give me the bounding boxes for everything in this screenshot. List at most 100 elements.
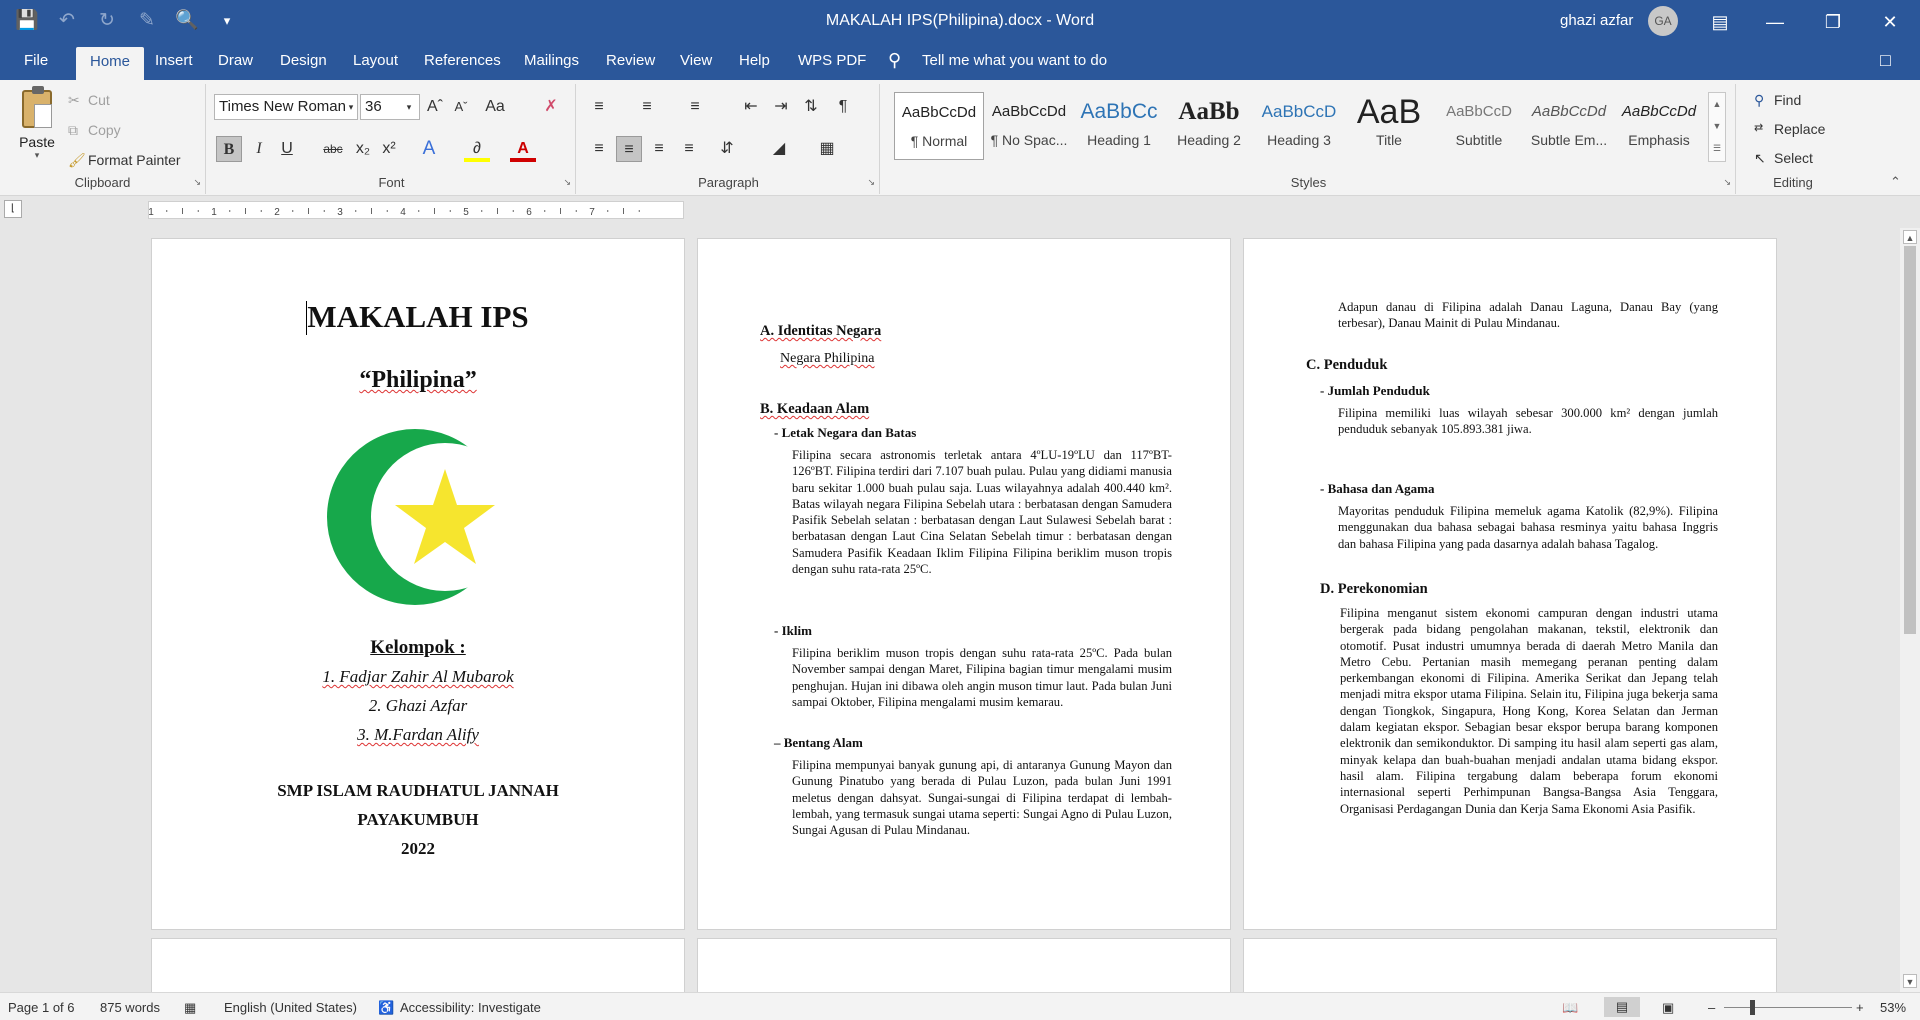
zoom-slider[interactable] bbox=[1724, 1007, 1852, 1008]
style-heading-3[interactable]: AaBbCcD Heading 3 bbox=[1254, 92, 1344, 160]
font-color-icon[interactable]: A bbox=[510, 136, 536, 162]
zoom-level[interactable]: 53% bbox=[1880, 1000, 1906, 1015]
bold-button[interactable]: B bbox=[216, 136, 242, 162]
tab-insert[interactable]: Insert bbox=[155, 52, 193, 69]
bullets-icon[interactable]: ≡ bbox=[586, 94, 612, 120]
tab-layout[interactable]: Layout bbox=[353, 52, 398, 69]
page-5[interactable] bbox=[697, 938, 1231, 992]
style-normal[interactable]: AaBbCcDd ¶ Normal bbox=[894, 92, 984, 160]
decrease-indent-icon[interactable]: ⇤ bbox=[738, 94, 764, 120]
font-launcher-icon[interactable]: ↘ bbox=[563, 177, 571, 188]
increase-indent-icon[interactable]: ⇥ bbox=[768, 94, 794, 120]
page-cover[interactable]: MAKALAH IPS “Philipina” Kelompok : 1. Fa… bbox=[151, 238, 685, 930]
tab-design[interactable]: Design bbox=[280, 52, 327, 69]
print-layout-icon[interactable]: ▤ bbox=[1604, 997, 1640, 1017]
tab-review[interactable]: Review bbox=[606, 52, 655, 69]
clear-formatting-icon[interactable]: ✗ bbox=[538, 94, 564, 120]
page-2[interactable]: A. Identitas Negara Negara Philipina B. … bbox=[697, 238, 1231, 930]
style-heading-1[interactable]: AaBbCc Heading 1 bbox=[1074, 92, 1164, 160]
text-effects-icon[interactable]: A bbox=[416, 136, 442, 162]
grow-font-icon[interactable]: Aˆ bbox=[422, 94, 448, 120]
scroll-down-icon[interactable]: ▼ bbox=[1903, 974, 1917, 988]
read-mode-icon[interactable]: 📖 bbox=[1562, 1000, 1578, 1016]
underline-button[interactable]: U bbox=[274, 136, 300, 162]
heading-iklim: - Iklim bbox=[774, 623, 812, 638]
zoom-in-icon[interactable]: + bbox=[1856, 1000, 1864, 1015]
tab-wps-pdf[interactable]: WPS PDF bbox=[798, 52, 866, 69]
tab-draw[interactable]: Draw bbox=[218, 52, 253, 69]
align-left-icon[interactable]: ≡ bbox=[586, 136, 612, 162]
ruler-number: 1 bbox=[211, 207, 217, 218]
styles-gallery-scroll[interactable]: ▲ ▼ ☰ bbox=[1708, 92, 1726, 162]
horizontal-ruler[interactable]: 1 1 2 3 4 5 6 7 bbox=[148, 201, 684, 219]
strikethrough-button[interactable]: abc bbox=[320, 136, 346, 162]
tab-references[interactable]: References bbox=[424, 52, 501, 69]
page-6[interactable] bbox=[1243, 938, 1777, 992]
tab-view[interactable]: View bbox=[680, 52, 712, 69]
font-name-combo[interactable]: Times New Roman bbox=[214, 94, 358, 120]
ribbon-display-icon[interactable]: ▤ bbox=[1700, 7, 1740, 37]
vertical-scrollbar[interactable]: ▲ ▼ bbox=[1900, 228, 1920, 992]
replace-button[interactable]: Replace bbox=[1774, 121, 1825, 137]
close-icon[interactable]: ✕ bbox=[1870, 7, 1910, 37]
style-heading-2[interactable]: AaBb Heading 2 bbox=[1164, 92, 1254, 160]
page-4[interactable] bbox=[151, 938, 685, 992]
proofing-icon[interactable]: ▦ bbox=[184, 1000, 196, 1016]
language[interactable]: English (United States) bbox=[224, 1000, 357, 1015]
highlight-icon[interactable]: ∂ bbox=[464, 136, 490, 162]
tab-help[interactable]: Help bbox=[739, 52, 770, 69]
shrink-font-icon[interactable]: Aˇ bbox=[448, 94, 474, 120]
word-count[interactable]: 875 words bbox=[100, 1000, 160, 1015]
maximize-icon[interactable]: ❐ bbox=[1813, 7, 1853, 37]
user-name[interactable]: ghazi azfar bbox=[1560, 12, 1633, 29]
multilevel-list-icon[interactable]: ≡ bbox=[682, 94, 708, 120]
tab-file[interactable]: File bbox=[24, 52, 48, 69]
page-3[interactable]: Adapun danau di Filipina adalah Danau La… bbox=[1243, 238, 1777, 930]
web-layout-icon[interactable]: ▣ bbox=[1662, 1000, 1674, 1016]
change-case-icon[interactable]: Aa bbox=[482, 94, 508, 120]
paste-dropdown-icon[interactable]: ▾ bbox=[14, 150, 60, 161]
line-spacing-icon[interactable]: ⇵ bbox=[714, 136, 740, 162]
shading-icon[interactable]: ◢ bbox=[766, 136, 792, 162]
style-title[interactable]: AaB Title bbox=[1344, 92, 1434, 160]
style-no-spacing[interactable]: AaBbCcDd ¶ No Spac... bbox=[984, 92, 1074, 160]
comments-icon[interactable]: □ bbox=[1880, 50, 1891, 71]
justify-icon[interactable]: ≡ bbox=[676, 136, 702, 162]
tell-me-search[interactable]: Tell me what you want to do bbox=[922, 52, 1107, 69]
align-right-icon[interactable]: ≡ bbox=[646, 136, 672, 162]
accessibility-status[interactable]: Accessibility: Investigate bbox=[400, 1000, 541, 1015]
align-center-icon[interactable]: ≡ bbox=[616, 136, 642, 162]
scroll-up-icon[interactable]: ▲ bbox=[1903, 230, 1917, 244]
scrollbar-thumb[interactable] bbox=[1904, 246, 1916, 634]
document-area[interactable]: MAKALAH IPS “Philipina” Kelompok : 1. Fa… bbox=[0, 222, 1920, 992]
borders-icon[interactable]: ▦ bbox=[814, 136, 840, 162]
tab-selector[interactable]: ⌊ bbox=[4, 200, 22, 218]
style-subtle-emphasis[interactable]: AaBbCcDd Subtle Em... bbox=[1524, 92, 1614, 160]
numbering-icon[interactable]: ≡ bbox=[634, 94, 660, 120]
show-formatting-icon[interactable]: ¶ bbox=[830, 94, 856, 120]
copy-button[interactable]: Copy bbox=[88, 122, 121, 138]
paragraph-launcher-icon[interactable]: ↘ bbox=[867, 177, 875, 188]
avatar[interactable]: GA bbox=[1648, 6, 1678, 36]
select-button[interactable]: Select bbox=[1774, 150, 1813, 166]
style-emphasis[interactable]: AaBbCcDd Emphasis bbox=[1614, 92, 1704, 160]
clipboard-launcher-icon[interactable]: ↘ bbox=[193, 177, 201, 188]
zoom-out-icon[interactable]: – bbox=[1708, 1000, 1715, 1015]
cut-button[interactable]: Cut bbox=[88, 92, 110, 108]
styles-launcher-icon[interactable]: ↘ bbox=[1723, 177, 1731, 188]
italic-button[interactable]: I bbox=[246, 136, 272, 162]
tab-home[interactable]: Home bbox=[76, 47, 145, 80]
find-button[interactable]: Find bbox=[1774, 92, 1801, 108]
zoom-slider-thumb[interactable] bbox=[1750, 1000, 1755, 1015]
paste-button[interactable]: Paste ▾ bbox=[14, 86, 60, 170]
subscript-button[interactable]: x₂ bbox=[350, 136, 376, 162]
page-count[interactable]: Page 1 of 6 bbox=[8, 1000, 75, 1015]
format-painter-button[interactable]: Format Painter bbox=[88, 152, 181, 168]
minimize-icon[interactable]: — bbox=[1755, 7, 1795, 37]
style-subtitle[interactable]: AaBbCcD Subtitle bbox=[1434, 92, 1524, 160]
collapse-ribbon-icon[interactable]: ⌃ bbox=[1890, 174, 1901, 190]
tab-mailings[interactable]: Mailings bbox=[524, 52, 579, 69]
font-size-dropdown-icon[interactable]: ▾ bbox=[396, 94, 422, 120]
sort-icon[interactable]: ⇅ bbox=[798, 94, 824, 120]
superscript-button[interactable]: x² bbox=[376, 136, 402, 162]
